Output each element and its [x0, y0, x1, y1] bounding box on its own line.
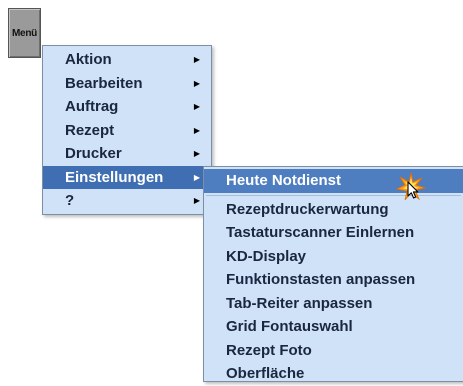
menu-button[interactable]: Menü: [8, 8, 41, 58]
menu-item-help[interactable]: ? ▶: [43, 189, 211, 213]
menu-item-label: Drucker: [65, 145, 122, 162]
submenu-item-label: Grid Fontauswahl: [226, 318, 353, 335]
submenu-item-label: Rezept Foto: [226, 341, 312, 359]
submenu-item-oberflaeche[interactable]: Oberfläche: [204, 362, 463, 386]
menu-item-label: ?: [65, 192, 75, 209]
main-menu: Aktion ▶ Bearbeiten ▶ Auftrag ▶ Rezept ▶…: [42, 45, 212, 215]
menu-item-bearbeiten[interactable]: Bearbeiten ▶: [43, 72, 211, 96]
menu-item-label: Einstellungen: [65, 168, 164, 186]
menu-item-einstellungen[interactable]: Einstellungen ▶: [43, 165, 211, 189]
submenu-item-kd-display[interactable]: KD-Display: [204, 245, 463, 269]
menu-item-aktion[interactable]: Aktion ▶: [43, 48, 211, 72]
menu-item-auftrag[interactable]: Auftrag ▶: [43, 95, 211, 119]
submenu-arrow-icon: ▶: [193, 125, 200, 135]
click-cursor-icon: [396, 172, 426, 201]
menu-item-label: Auftrag: [65, 98, 119, 115]
submenu-item-label: Funktionstasten anpassen: [226, 271, 416, 288]
submenu-item-rezept-foto[interactable]: Rezept Foto: [204, 339, 463, 363]
menu-item-label: Aktion: [65, 51, 112, 68]
submenu-item-label: Rezeptdruckerwartung: [226, 200, 389, 218]
menu-item-label: Rezept: [65, 121, 115, 139]
menu-item-rezept[interactable]: Rezept ▶: [43, 119, 211, 143]
submenu-item-tab-reiter[interactable]: Tab-Reiter anpassen: [204, 292, 463, 316]
submenu-item-funktionstasten[interactable]: Funktionstasten anpassen: [204, 268, 463, 292]
menu-item-drucker[interactable]: Drucker ▶: [43, 142, 211, 166]
submenu-item-label: Oberfläche: [226, 365, 305, 382]
submenu-item-label: Tastaturscanner Einlernen: [226, 224, 415, 241]
submenu-item-label: Heute Notdienst: [226, 172, 342, 189]
submenu-arrow-icon: ▶: [193, 196, 200, 205]
submenu-arrow-icon: ▶: [193, 78, 200, 88]
submenu-arrow-icon: ▶: [193, 102, 200, 111]
submenu-arrow-icon: ▶: [193, 55, 200, 64]
menu-item-label: Bearbeiten: [65, 74, 143, 92]
submenu-item-tastaturscanner[interactable]: Tastaturscanner Einlernen: [204, 221, 463, 245]
submenu-item-grid-fontauswahl[interactable]: Grid Fontauswahl: [204, 315, 463, 339]
submenu-item-label: Tab-Reiter anpassen: [226, 294, 373, 312]
submenu-arrow-icon: ▶: [193, 149, 200, 158]
submenu-arrow-icon: ▶: [193, 172, 200, 182]
submenu-item-label: KD-Display: [226, 247, 307, 265]
menu-button-label: Menü: [12, 27, 37, 39]
